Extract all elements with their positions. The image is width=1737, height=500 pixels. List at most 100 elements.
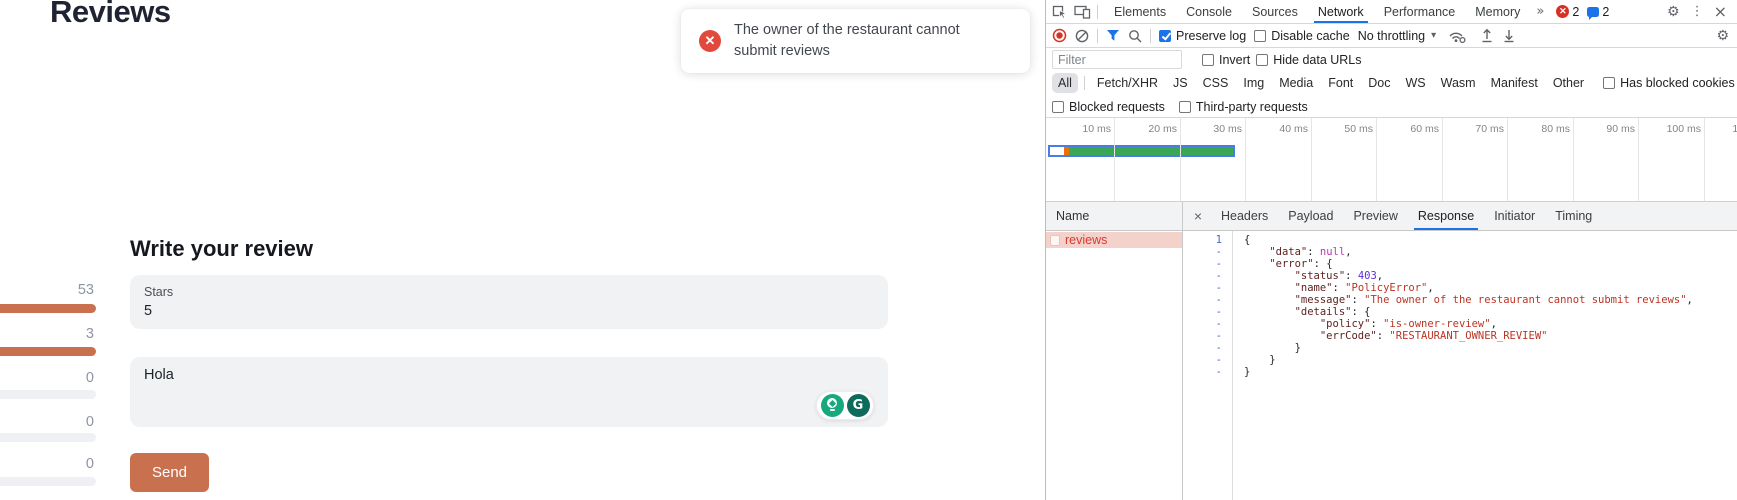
send-button[interactable]: Send <box>130 453 209 492</box>
type-filter-img[interactable]: Img <box>1237 73 1270 93</box>
network-filter-input[interactable] <box>1052 50 1182 69</box>
token-k: "errCode" <box>1320 330 1377 342</box>
name-column-header[interactable]: Name <box>1046 202 1183 230</box>
checkbox-icon[interactable] <box>1179 101 1191 113</box>
export-har-icon[interactable] <box>1502 28 1516 43</box>
close-devtools-icon[interactable]: × <box>1710 2 1731 21</box>
type-filter-manifest[interactable]: Manifest <box>1485 73 1544 93</box>
tab-performance[interactable]: Performance <box>1374 0 1466 23</box>
type-filter-all[interactable]: All <box>1052 73 1078 93</box>
checkbox-icon[interactable] <box>1254 30 1266 42</box>
more-options-icon[interactable]: ⋮ <box>1687 4 1708 19</box>
import-har-icon[interactable] <box>1480 28 1494 43</box>
type-filter-css[interactable]: CSS <box>1197 73 1235 93</box>
type-filter-ws[interactable]: WS <box>1399 73 1431 93</box>
review-textarea[interactable]: Hola <box>130 357 888 427</box>
tab-network[interactable]: Network <box>1308 0 1374 23</box>
type-filter-doc[interactable]: Doc <box>1362 73 1396 93</box>
token-p <box>1244 270 1295 282</box>
line-number-gutter[interactable]: 1----------- <box>1183 231 1233 500</box>
detail-tab-headers[interactable]: Headers <box>1211 202 1278 230</box>
throttling-dropdown[interactable]: No throttling ▾ <box>1358 29 1436 43</box>
code-line: "details": { <box>1244 306 1737 318</box>
detail-tab-initiator[interactable]: Initiator <box>1484 202 1545 230</box>
token-p: , <box>1687 294 1693 306</box>
detail-tab-preview[interactable]: Preview <box>1343 202 1407 230</box>
settings-gear-icon[interactable]: ⚙ <box>1662 4 1685 20</box>
network-overview-timeline[interactable]: 10 ms20 ms30 ms40 ms50 ms60 ms70 ms80 ms… <box>1046 118 1737 202</box>
tab-elements[interactable]: Elements <box>1104 0 1176 23</box>
type-filter-media[interactable]: Media <box>1273 73 1319 93</box>
has-blocked-cookies-checkbox[interactable]: Has blocked cookies <box>1603 76 1735 90</box>
close-detail-icon[interactable]: × <box>1185 208 1211 224</box>
grammarly-widget[interactable]: G <box>816 391 874 420</box>
token-k: "details" <box>1295 306 1352 318</box>
checkbox-checked-icon[interactable] <box>1159 30 1171 42</box>
record-network-log-icon[interactable] <box>1052 28 1067 43</box>
issues-badge[interactable]: 2 <box>1587 5 1609 19</box>
checkbox-icon[interactable] <box>1603 77 1615 89</box>
rating-bar <box>0 477 96 486</box>
timeline-gridline <box>1376 118 1377 201</box>
grammarly-suggestion-icon[interactable] <box>821 394 844 417</box>
screenshot-root: Reviews ✕ The owner of the restaurant ca… <box>0 0 1737 500</box>
filter-funnel-icon[interactable] <box>1106 29 1120 42</box>
hide-data-urls-checkbox[interactable]: Hide data URLs <box>1256 53 1361 67</box>
disable-cache-checkbox[interactable]: Disable cache <box>1254 29 1350 43</box>
more-tabs-chevron[interactable]: » <box>1532 4 1548 19</box>
fold-marker[interactable]: - <box>1183 282 1222 294</box>
tab-sources[interactable]: Sources <box>1242 0 1308 23</box>
fold-marker[interactable]: - <box>1183 354 1222 366</box>
divider <box>1097 5 1098 19</box>
tab-console[interactable]: Console <box>1176 0 1242 23</box>
fold-marker[interactable]: - <box>1183 246 1222 258</box>
checkbox-icon[interactable] <box>1052 101 1064 113</box>
detail-tab-response[interactable]: Response <box>1408 202 1484 230</box>
fold-marker[interactable]: - <box>1183 330 1222 342</box>
stars-field[interactable]: Stars 5 <box>130 275 888 329</box>
invert-checkbox[interactable]: Invert <box>1202 53 1250 67</box>
token-p <box>1244 282 1295 294</box>
search-icon[interactable] <box>1128 29 1142 43</box>
issues-count: 2 <box>1602 5 1609 19</box>
inspect-element-icon[interactable] <box>1052 4 1068 19</box>
timeline-tick-label: 50 ms <box>1313 123 1373 135</box>
network-settings-gear-icon[interactable]: ⚙ <box>1714 28 1731 44</box>
third-party-requests-checkbox[interactable]: Third-party requests <box>1179 100 1308 114</box>
timeline-gridline <box>1638 118 1639 201</box>
clear-network-log-icon[interactable] <box>1075 29 1089 43</box>
type-filter-fetchxhr[interactable]: Fetch/XHR <box>1091 73 1164 93</box>
fold-marker[interactable]: - <box>1183 342 1222 354</box>
detail-tab-timing[interactable]: Timing <box>1545 202 1602 230</box>
type-filter-other[interactable]: Other <box>1547 73 1590 93</box>
fold-marker[interactable]: - <box>1183 306 1222 318</box>
fold-marker[interactable]: - <box>1183 294 1222 306</box>
line-number[interactable]: 1 <box>1183 234 1222 246</box>
type-filter-font[interactable]: Font <box>1322 73 1359 93</box>
fold-marker[interactable]: - <box>1183 318 1222 330</box>
token-p: : { <box>1314 258 1333 270</box>
token-p: : <box>1351 294 1364 306</box>
fold-marker[interactable]: - <box>1183 366 1222 378</box>
error-badge[interactable]: ✕ 2 <box>1556 5 1579 19</box>
type-filter-wasm[interactable]: Wasm <box>1435 73 1482 93</box>
timeline-tick-label: 40 ms <box>1248 123 1308 135</box>
request-timing-bar[interactable] <box>1048 145 1235 157</box>
blocked-requests-checkbox[interactable]: Blocked requests <box>1052 100 1165 114</box>
grammarly-logo-icon[interactable]: G <box>847 394 870 417</box>
main-tabs: ElementsConsoleSourcesNetworkPerformance… <box>1104 0 1530 23</box>
tab-memory[interactable]: Memory <box>1465 0 1530 23</box>
type-filter-js[interactable]: JS <box>1167 73 1194 93</box>
detail-tab-payload[interactable]: Payload <box>1278 202 1343 230</box>
code-line: "status": 403, <box>1244 270 1737 282</box>
preserve-log-checkbox[interactable]: Preserve log <box>1159 29 1246 43</box>
token-k: "message" <box>1295 294 1352 306</box>
request-row-reviews[interactable]: reviews <box>1046 232 1182 248</box>
checkbox-icon[interactable] <box>1256 54 1268 66</box>
timeline-gridline <box>1311 118 1312 201</box>
fold-marker[interactable]: - <box>1183 258 1222 270</box>
checkbox-icon[interactable] <box>1202 54 1214 66</box>
device-toolbar-icon[interactable] <box>1074 5 1091 19</box>
fold-marker[interactable]: - <box>1183 270 1222 282</box>
network-conditions-icon[interactable] <box>1448 28 1466 43</box>
